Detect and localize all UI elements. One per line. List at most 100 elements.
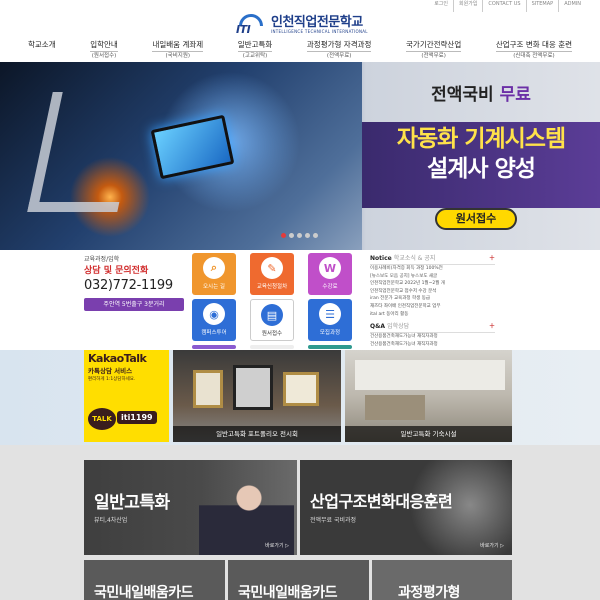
nav-item-national[interactable]: 국가기간전략산업 (전액무료) xyxy=(400,40,467,60)
quick-button-label: 캠퍼스투어 xyxy=(201,330,227,336)
notice-item[interactable]: 이용사례비(자격증 회득 과정 100%전 xyxy=(370,265,495,273)
card-evaluation[interactable]: 과정평가형 xyxy=(372,560,512,600)
quick-button[interactable]: W 수강료 xyxy=(308,253,352,295)
robot-arm-image xyxy=(27,92,143,212)
notice-header: Notice 학교소식 & 공지 ＋ xyxy=(370,253,495,265)
card-highschool[interactable]: 일반고특화 뷰티,4차산업 바로가기 ▷ xyxy=(84,460,297,555)
card-subtitle: 뷰티,4차산업 xyxy=(94,517,128,524)
quick-button[interactable]: ▤ 원서접수 xyxy=(250,299,294,341)
top-links: 로그인 회원가입 CONTACT US SITEMAP ADMIN xyxy=(429,0,586,12)
list-icon: ☰ xyxy=(319,303,341,325)
more-icon: ＋ xyxy=(488,323,495,331)
slide-dot[interactable] xyxy=(305,233,310,238)
logo-mark: ITI xyxy=(236,14,266,36)
hero-text-panel: 전액국비 무료 자동화 기계시스템 설계사 양성 원서접수 xyxy=(362,62,600,250)
quick-button[interactable]: ◉ 캠퍼스투어 xyxy=(192,299,236,341)
slide-dot[interactable] xyxy=(313,233,318,238)
hero-subtitle: 설계사 양성 xyxy=(427,156,536,182)
card-national-1[interactable]: 국민내일배움카드 xyxy=(84,560,225,600)
dorm-image xyxy=(355,360,505,390)
notice-item[interactable]: iran 전문가 교육과정 학생 동급 xyxy=(370,295,495,303)
contact-link[interactable]: CONTACT US xyxy=(482,0,525,12)
card-more-link[interactable]: 바로가기 ▷ xyxy=(265,542,289,549)
certificate-image xyxy=(193,370,223,408)
gallery-caption: 일반고특화 포트폴리오 전시회 xyxy=(173,426,341,442)
qa-list: 건산용품건축재도가능녀 재직자과정 건산용품건축재도가능녀 재직자과정 xyxy=(370,333,495,348)
won-icon: W xyxy=(319,257,341,279)
card-title: 국민내일배움카드 xyxy=(94,585,194,600)
camera-icon: ◉ xyxy=(203,303,225,325)
apply-button[interactable]: 원서접수 xyxy=(435,208,517,230)
quick-button[interactable]: ✎ 교육신청절차 xyxy=(250,253,294,295)
main-nav: 학교소개 입학안내 (원서접수) 내일배움 계좌제 (국비지원) 일반고특화 (고교위… xyxy=(22,40,578,62)
quick-button-partial[interactable] xyxy=(308,345,352,349)
quick-button-label: 수강료 xyxy=(322,284,338,290)
card-industry[interactable]: 산업구조변화대응훈련 전액무료 국비과정 바로가기 ▷ xyxy=(300,460,512,555)
quick-button-label: 교육신청절차 xyxy=(256,284,288,290)
quick-menu: ⌕ 오시는 길 ✎ 교육신청절차 W 수강료 ◉ 캠퍼스투어 ▤ 원서접수 ☰ 모집과정 xyxy=(192,253,364,349)
gallery-item-dorm[interactable]: 일반고특화 기숙시설 xyxy=(345,350,512,442)
search-icon: ⌕ xyxy=(203,257,225,279)
card-more-link[interactable]: 바로가기 ▷ xyxy=(480,542,504,549)
contact-box: 교육과정/입학 상담 및 문의전화 032)772-1199 주안역 5번출구 … xyxy=(84,254,184,344)
signup-link[interactable]: 회원가입 xyxy=(453,0,482,12)
tablet-image xyxy=(150,114,235,180)
kakao-desc: 편리하게 1:1상담하세요. xyxy=(88,377,136,382)
certificate-image xyxy=(283,372,319,406)
quick-button[interactable]: ☰ 모집과정 xyxy=(308,299,352,341)
sitemap-link[interactable]: SITEMAP xyxy=(525,0,559,12)
kakao-talk-icon: TALK xyxy=(88,408,116,430)
kakao-id: iti1199 xyxy=(117,411,157,424)
notice-item[interactable]: 재즈타 좌이배 인천직업전문학교 업무 xyxy=(370,303,495,311)
card-subtitle: 전액무료 국비과정 xyxy=(310,517,357,524)
slide-indicators xyxy=(281,233,318,238)
contact-title: 상담 및 문의전화 xyxy=(84,266,149,276)
slide-dot[interactable] xyxy=(297,233,302,238)
nav-item-evaluation[interactable]: 과정평가형 자격과정 (전액무료) xyxy=(301,40,377,60)
kakao-banner[interactable]: KakaoTalk 카톡상담 서비스 편리하게 1:1상담하세요. TALK i… xyxy=(84,350,169,442)
contact-address: 주안역 5번출구 3분거리 xyxy=(84,298,184,311)
logo-title: 인천직업전문학교 xyxy=(271,15,363,30)
login-link[interactable]: 로그인 xyxy=(429,0,453,12)
qa-item[interactable]: 건산용품건축재도가능녀 재직자과정 xyxy=(370,341,495,349)
notice-board: Notice 학교소식 & 공지 ＋ 이용사례비(자격증 회득 과정 100%전[… xyxy=(370,253,495,348)
card-national-2[interactable]: 국민내일배움카드 xyxy=(228,560,369,600)
slide-dot[interactable] xyxy=(281,233,286,238)
nav-item-industry[interactable]: 산업구조 변화 대응 훈련 (신대축 전액무료) xyxy=(490,40,578,60)
kakao-title: KakaoTalk xyxy=(88,352,147,365)
kakao-subtitle: 카톡상담 서비스 xyxy=(88,367,133,375)
nav-item-about[interactable]: 학교소개 xyxy=(22,40,62,50)
card-title: 과정평가형 xyxy=(398,585,460,600)
quick-button[interactable]: ⌕ 오시는 길 xyxy=(192,253,236,295)
qa-item[interactable]: 건산용품건축재도가능녀 재직자과정 xyxy=(370,333,495,341)
notice-list: 이용사례비(자격증 회득 과정 100%전 [뉴스보도 모음 공지] 뉴스보도 새… xyxy=(370,265,495,318)
slide-dot[interactable] xyxy=(289,233,294,238)
quick-button-partial[interactable] xyxy=(192,345,236,349)
quick-button-label: 원서접수 xyxy=(261,331,283,337)
nav-item-account[interactable]: 내일배움 계좌제 (국비지원) xyxy=(146,40,209,60)
notice-item[interactable]: ital art 동아리 활동 xyxy=(370,311,495,319)
notice-item[interactable]: [뉴스보도 모음 공지] 뉴스보도 새글 xyxy=(370,273,495,281)
site-logo[interactable]: ITI 인천직업전문학교 INTELLIGENCE TECHNICAL INTE… xyxy=(236,12,386,38)
qa-header: Q&A 입학상담 ＋ xyxy=(370,321,495,334)
notice-item[interactable]: 인천직업전문학교 점수저 수강 분석 xyxy=(370,288,495,296)
hero-headline: 전액국비 무료 xyxy=(431,85,531,105)
logo-subtitle: INTELLIGENCE TECHNICAL INTERNATIONAL xyxy=(271,29,368,34)
admin-link[interactable]: ADMIN xyxy=(558,0,586,12)
nav-item-admission[interactable]: 입학안내 (원서접수) xyxy=(84,40,124,60)
dorm-image xyxy=(365,395,425,420)
contact-phone[interactable]: 032)772-1199 xyxy=(84,278,184,293)
card-title: 국민내일배움카드 xyxy=(238,585,338,600)
gallery-item-portfolio[interactable]: 일반고특화 포트폴리오 전시회 xyxy=(173,350,341,442)
card-title: 일반고특화 xyxy=(94,493,170,513)
contact-label: 교육과정/입학 xyxy=(84,256,120,263)
more-icon: ＋ xyxy=(488,255,495,262)
logo-text: 인천직업전문학교 INTELLIGENCE TECHNICAL INTERNAT… xyxy=(271,16,368,34)
nav-item-highschool[interactable]: 일반고특화 (고교위탁) xyxy=(232,40,279,60)
gallery-caption: 일반고특화 기숙시설 xyxy=(345,426,512,442)
quick-button-label: 오시는 길 xyxy=(203,284,225,290)
card-title: 산업구조변화대응훈련 xyxy=(310,492,453,511)
quick-button-partial[interactable] xyxy=(250,345,294,349)
certificate-image xyxy=(233,365,273,410)
notice-item[interactable]: 인천직업전문학교 2022년 1월~2월 개 xyxy=(370,280,495,288)
